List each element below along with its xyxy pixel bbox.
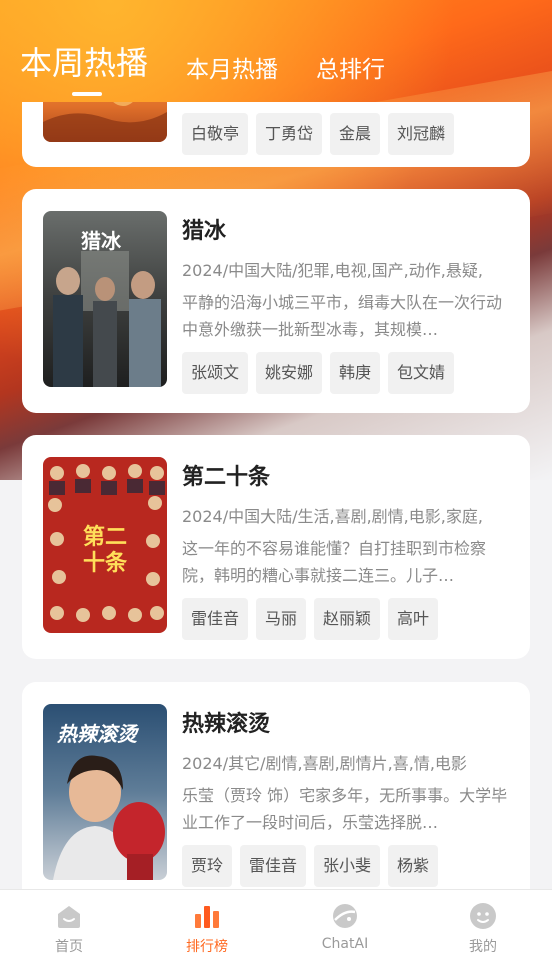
nav-profile[interactable]: 我的 xyxy=(414,890,552,970)
tab-monthly[interactable]: 本月热播 xyxy=(186,50,278,84)
movie-poster xyxy=(43,102,167,142)
actor-tag[interactable]: 韩庚 xyxy=(330,352,381,394)
movie-title[interactable]: 猎冰 xyxy=(182,217,510,247)
nav-profile-label: 我的 xyxy=(469,939,497,955)
actor-tag[interactable]: 贾玲 xyxy=(182,845,233,887)
movie-card[interactable]: 白敬亭 丁勇岱 金晨 刘冠麟 xyxy=(22,102,530,167)
ranking-icon xyxy=(193,902,221,930)
movie-poster: 猎冰 xyxy=(43,211,167,387)
movie-meta: 2024/中国大陆/犯罪,电视,国产,动作,悬疑, xyxy=(182,261,483,280)
actor-tag[interactable]: 包文婧 xyxy=(388,352,455,394)
actor-tag[interactable]: 丁勇岱 xyxy=(256,113,323,155)
ranking-list[interactable]: 白敬亭 丁勇岱 金晨 刘冠麟 猎冰 猎冰 2024/中国大陆/犯罪,电视,国产,… xyxy=(0,102,552,890)
nav-ranking-label: 排行榜 xyxy=(186,939,228,955)
nav-home-label: 首页 xyxy=(55,939,83,955)
actor-tag[interactable]: 高叶 xyxy=(388,598,439,640)
actor-tag[interactable]: 刘冠麟 xyxy=(388,113,455,155)
actor-tag[interactable]: 马丽 xyxy=(256,598,307,640)
profile-icon xyxy=(469,902,497,930)
poster-title-text: 热辣滚烫 xyxy=(57,722,137,746)
actor-tag[interactable]: 姚安娜 xyxy=(256,352,323,394)
nav-home[interactable]: 首页 xyxy=(0,890,138,970)
actor-tag[interactable]: 雷佳音 xyxy=(182,598,249,640)
chat-ai-icon xyxy=(331,902,359,930)
movie-card[interactable]: 猎冰 猎冰 2024/中国大陆/犯罪,电视,国产,动作,悬疑, 平静的沿海小城三… xyxy=(22,189,530,413)
nav-chatai-label: ChatAI xyxy=(321,936,369,952)
tab-overall[interactable]: 总排行 xyxy=(316,50,385,84)
movie-title[interactable]: 热辣滚烫 xyxy=(182,710,510,740)
nav-ranking[interactable]: 排行榜 xyxy=(138,890,276,970)
actor-tag[interactable]: 赵丽颖 xyxy=(314,598,381,640)
movie-description: 这一年的不容易谁能懂？自打挂职到市检察院，韩明的糟心事就接二连三。儿子… xyxy=(182,539,487,585)
movie-description: 平静的沿海小城三平市，缉毒大队在一次行动中意外缴获一批新型冰毒，其规模… xyxy=(182,293,503,339)
movie-meta: 2024/其它/剧情,喜剧,剧情片,喜,情,电影 xyxy=(182,754,467,773)
movie-description: 乐莹（贾玲 饰）宅家多年，无所事事。大学毕业工作了一段时间后，乐莹选择脱… xyxy=(182,786,508,832)
actor-tag[interactable]: 张颂文 xyxy=(182,352,249,394)
actor-tag[interactable]: 杨紫 xyxy=(388,845,439,887)
tab-weekly[interactable]: 本周热播 xyxy=(20,38,148,84)
actor-tag[interactable]: 金晨 xyxy=(330,113,381,155)
movie-card[interactable]: 第二十条 第二十条 2024/中国大陆/生活,喜剧,剧情,电影,家庭, 这一年的… xyxy=(22,435,530,659)
actor-tag[interactable]: 白敬亭 xyxy=(182,113,249,155)
movie-title[interactable]: 第二十条 xyxy=(182,463,510,493)
movie-poster: 第二十条 xyxy=(43,457,167,633)
movie-card[interactable]: 热辣滚烫 热辣滚烫 2024/其它/剧情,喜剧,剧情片,喜,情,电影 乐莹（贾玲… xyxy=(22,682,530,890)
home-icon xyxy=(55,902,83,930)
actor-tag[interactable]: 雷佳音 xyxy=(240,845,307,887)
bottom-navigation: 首页 排行榜 ChatAI 我的 xyxy=(0,889,552,970)
nav-chatai[interactable]: ChatAI xyxy=(276,890,414,970)
movie-meta: 2024/中国大陆/生活,喜剧,剧情,电影,家庭, xyxy=(182,507,483,526)
ranking-tabs: 本周热播 本月热播 总排行 xyxy=(20,40,385,84)
actor-tag[interactable]: 张小斐 xyxy=(314,845,381,887)
poster-title-text: 第二十条 xyxy=(82,525,127,576)
active-tab-indicator xyxy=(72,92,102,96)
poster-title-text: 猎冰 xyxy=(81,229,121,253)
movie-poster: 热辣滚烫 xyxy=(43,704,167,880)
